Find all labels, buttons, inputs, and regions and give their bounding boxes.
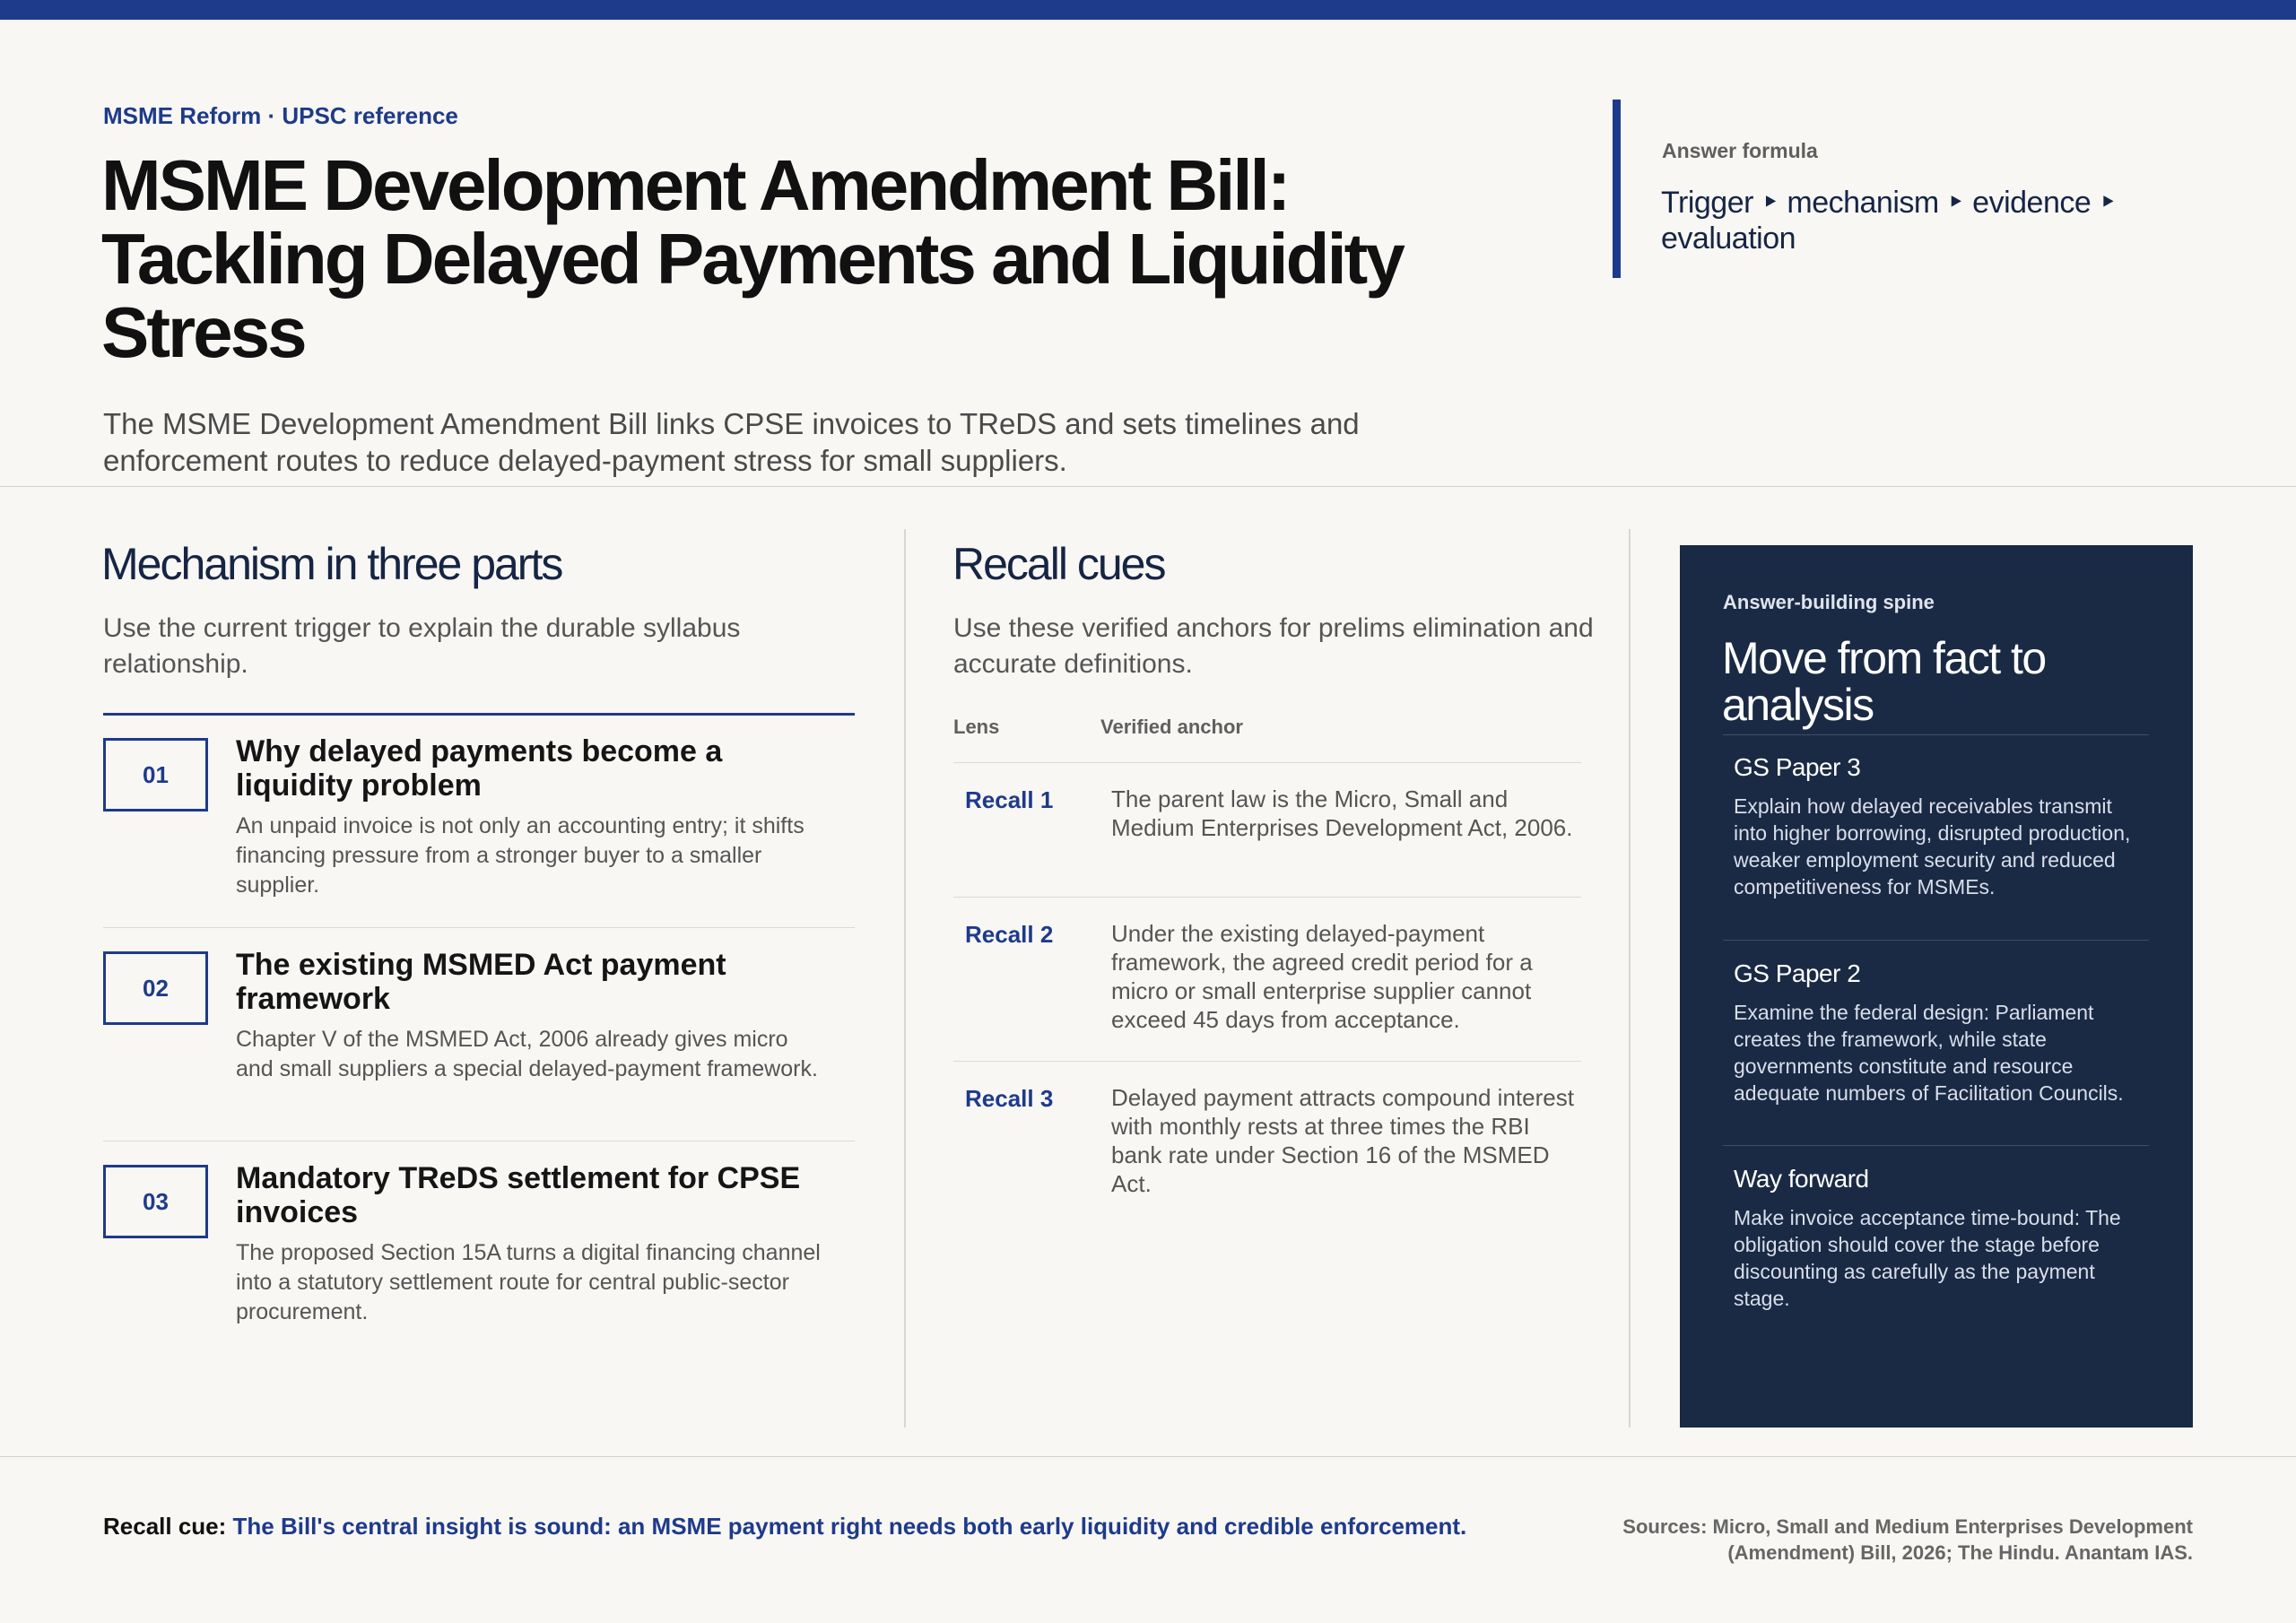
spine-section-heading: Way forward — [1734, 1165, 1869, 1193]
recall-heading: Recall cues — [952, 539, 1166, 589]
spine-title: Move from fact to analysis — [1722, 633, 2047, 730]
spine-section-text: Make invoice acceptance time-bound: The … — [1734, 1206, 2121, 1310]
table-row-divider — [953, 1061, 1581, 1062]
header-divider — [0, 486, 2296, 487]
spine-separator — [1723, 734, 2149, 735]
step-number-badge: 02 — [103, 951, 208, 1025]
mechanism-item-desc: An unpaid invoice is not only an account… — [236, 813, 804, 898]
spine-separator — [1723, 1145, 2149, 1146]
column-header-anchor: Verified anchor — [1100, 716, 1243, 738]
spine-section-text: Examine the federal design: Parliament c… — [1734, 1001, 2124, 1105]
table-row-divider — [953, 897, 1581, 898]
table-rule — [953, 762, 1581, 763]
page-title: MSME Development Amendment Bill: Tacklin… — [101, 145, 1405, 372]
mechanism-item-title: Mandatory TReDS settlement for CPSE invo… — [236, 1161, 801, 1229]
mechanism-subtitle: Use the current trigger to explain the d… — [103, 613, 741, 679]
spine-separator — [1723, 940, 2149, 941]
answer-formula-text: Trigger ‣ mechanism ‣ evidence ‣ evaluat… — [1661, 186, 2117, 256]
column-divider — [904, 529, 906, 1428]
spine-section-heading: GS Paper 3 — [1734, 753, 1861, 781]
recall-subtitle: Use these verified anchors for prelims e… — [953, 613, 1594, 679]
eyebrow-label: MSME Reform · UPSC reference — [103, 102, 458, 129]
column-header-lens: Lens — [953, 716, 1000, 738]
mechanism-item-title: Why delayed payments become a liquidity … — [236, 734, 723, 803]
mechanism-separator — [103, 927, 855, 928]
footer-cue-text: The Bill's central insight is sound: an … — [232, 1513, 1467, 1540]
top-accent-bar — [0, 0, 2296, 20]
recall-lens: Recall 1 — [965, 786, 1054, 813]
step-number-badge: 03 — [103, 1165, 208, 1238]
recall-anchor: Delayed payment attracts compound intere… — [1111, 1084, 1574, 1197]
page-lede: The MSME Development Amendment Bill link… — [103, 407, 1360, 477]
mechanism-item-title: The existing MSMED Act payment framework — [236, 948, 726, 1016]
spine-eyebrow: Answer-building spine — [1723, 591, 1935, 613]
recall-lens: Recall 2 — [965, 921, 1054, 948]
mechanism-heading: Mechanism in three parts — [101, 539, 563, 589]
footer-recall-cue: Recall cue: The Bill's central insight i… — [103, 1512, 1502, 1541]
footer-divider — [0, 1456, 2296, 1457]
footer-cue-lead: Recall cue: — [103, 1513, 233, 1540]
recall-lens: Recall 3 — [965, 1085, 1054, 1112]
spine-section-text: Explain how delayed receivables transmit… — [1734, 794, 2131, 898]
mechanism-item-desc: Chapter V of the MSMED Act, 2006 already… — [236, 1027, 818, 1081]
answer-formula-label: Answer formula — [1662, 139, 1818, 162]
mechanism-item-desc: The proposed Section 15A turns a digital… — [236, 1240, 821, 1324]
sources-note: Sources: Micro, Small and Medium Enterpr… — [1622, 1515, 2193, 1564]
spine-section-heading: GS Paper 2 — [1734, 959, 1861, 987]
step-number-badge: 01 — [103, 738, 208, 812]
column-divider — [1629, 529, 1631, 1428]
mechanism-rule — [103, 713, 855, 716]
recall-anchor: The parent law is the Micro, Small and M… — [1111, 785, 1573, 841]
recall-anchor: Under the existing delayed-payment frame… — [1111, 920, 1533, 1033]
